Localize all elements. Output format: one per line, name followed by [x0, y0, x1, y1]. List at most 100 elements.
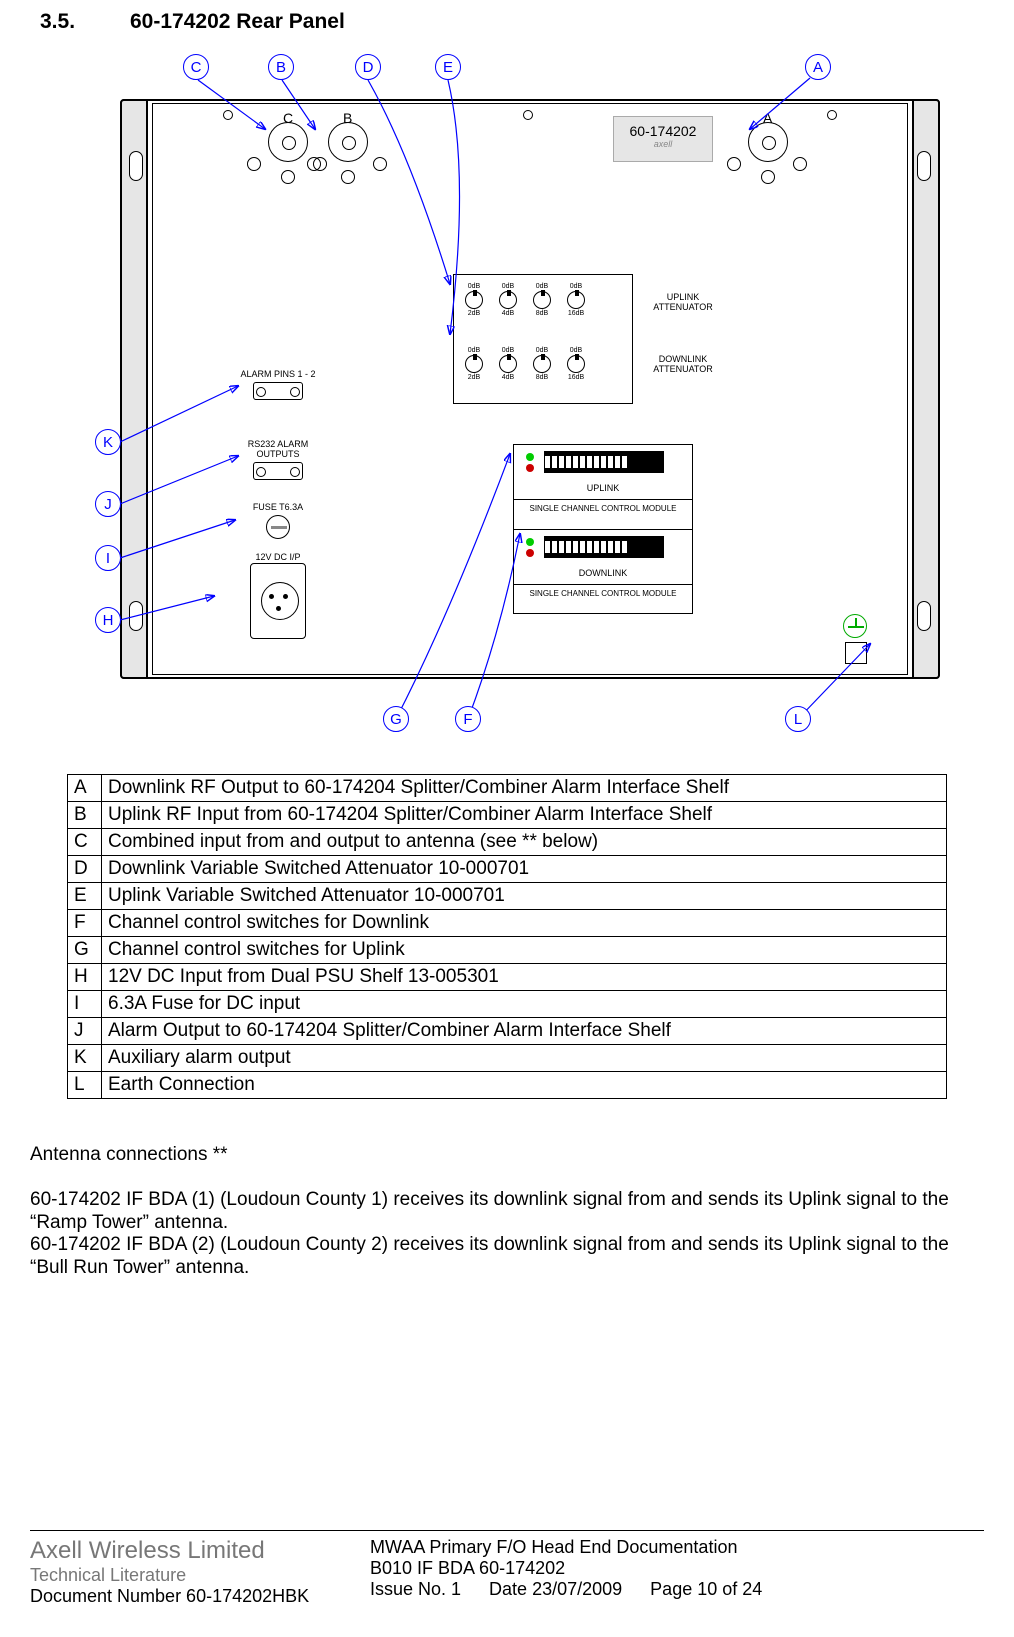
alarm-pins-label: ALARM PINS 1 - 2 [238, 369, 318, 379]
legend-desc: Downlink RF Output to 60-174204 Splitter… [102, 775, 947, 802]
earth-symbol-icon [843, 614, 867, 638]
uplink-attenuator-label: UPLINK ATTENUATOR [648, 292, 718, 312]
legend-desc: 12V DC Input from Dual PSU Shelf 13-0053… [102, 964, 947, 991]
legend-key: C [68, 829, 102, 856]
rear-panel-diagram: C B D E A G F L K J I H C [110, 54, 940, 744]
legend-desc: Combined input from and output to antenn… [102, 829, 947, 856]
table-row: ADownlink RF Output to 60-174204 Splitte… [68, 775, 947, 802]
rs232-connector-icon [253, 462, 303, 480]
callout-c: C [183, 54, 209, 80]
notes-heading: Antenna connections ** [30, 1144, 984, 1167]
downlink-attenuator-label: DOWNLINK ATTENUATOR [648, 354, 718, 374]
uplink-module-label: UPLINK [514, 483, 692, 493]
callout-l: L [785, 706, 811, 732]
alarm-pins-connector-icon [253, 382, 303, 400]
legend-desc: Earth Connection [102, 1072, 947, 1099]
brand-logo: axell [614, 139, 712, 149]
legend-desc: Downlink Variable Switched Attenuator 10… [102, 856, 947, 883]
attenuator-switch: 0dB16dB [564, 283, 588, 333]
rs232-label: RS232 ALARM OUTPUTS [238, 439, 318, 459]
table-row: DDownlink Variable Switched Attenuator 1… [68, 856, 947, 883]
callout-k: K [95, 429, 121, 455]
notes-section: Antenna connections ** 60-174202 IF BDA … [30, 1144, 984, 1280]
control-module-block: UPLINK SINGLE CHANNEL CONTROL MODULE DOW… [513, 444, 693, 614]
section-title: 60-174202 Rear Panel [130, 10, 345, 34]
footer-docnum: Document Number 60-174202HBK [30, 1586, 370, 1607]
legend-key: H [68, 964, 102, 991]
downlink-module-name: SINGLE CHANNEL CONTROL MODULE [514, 584, 692, 598]
table-row: H12V DC Input from Dual PSU Shelf 13-005… [68, 964, 947, 991]
table-row: CCombined input from and output to anten… [68, 829, 947, 856]
footer-date: Date 23/07/2009 [489, 1579, 622, 1600]
attenuator-switch: 0dB4dB [496, 347, 520, 397]
panel-inner: C B A 60-174202 axell 0dB2dB0dB4dB [152, 103, 908, 675]
legend-key: F [68, 910, 102, 937]
attenuator-switch: 0dB16dB [564, 347, 588, 397]
legend-key: B [68, 802, 102, 829]
attenuator-block: 0dB2dB0dB4dB0dB8dB0dB16dB 0dB2dB0dB4dB0d… [453, 274, 633, 404]
footer-page: Page 10 of 24 [650, 1579, 762, 1600]
alarm-pins-block: ALARM PINS 1 - 2 [238, 369, 318, 400]
callout-b: B [268, 54, 294, 80]
table-row: KAuxiliary alarm output [68, 1045, 947, 1072]
callout-f: F [455, 706, 481, 732]
rack-panel: C B A 60-174202 axell 0dB2dB0dB4dB [120, 99, 940, 679]
legend-key: E [68, 883, 102, 910]
rack-ear-right [912, 99, 940, 679]
legend-desc: Uplink RF Input from 60-174204 Splitter/… [102, 802, 947, 829]
legend-table: ADownlink RF Output to 60-174204 Splitte… [67, 774, 947, 1099]
table-row: I6.3A Fuse for DC input [68, 991, 947, 1018]
legend-key: K [68, 1045, 102, 1072]
rs232-block: RS232 ALARM OUTPUTS [238, 439, 318, 480]
table-row: LEarth Connection [68, 1072, 947, 1099]
legend-table-body: ADownlink RF Output to 60-174204 Splitte… [68, 775, 947, 1099]
callout-a: A [805, 54, 831, 80]
section-heading: 3.5. 60-174202 Rear Panel [40, 10, 984, 34]
model-label: 60-174202 axell [613, 116, 713, 162]
legend-desc: Channel control switches for Uplink [102, 937, 947, 964]
legend-desc: Channel control switches for Downlink [102, 910, 947, 937]
legend-key: J [68, 1018, 102, 1045]
table-row: BUplink RF Input from 60-174204 Splitter… [68, 802, 947, 829]
legend-desc: Auxiliary alarm output [102, 1045, 947, 1072]
attenuator-switch: 0dB4dB [496, 283, 520, 333]
legend-key: L [68, 1072, 102, 1099]
rack-ear-left [120, 99, 148, 679]
downlink-attenuator-row: 0dB2dB 0dB4dB 0dB8dB 0dB16dB [462, 347, 588, 397]
connector-a: A [733, 112, 803, 182]
attenuator-switch: 0dB8dB [530, 347, 554, 397]
uplink-control-module: UPLINK SINGLE CHANNEL CONTROL MODULE [514, 445, 692, 530]
footer-issue: Issue No. 1 [370, 1579, 461, 1600]
page-footer: Axell Wireless Limited Technical Literat… [30, 1530, 984, 1607]
attenuator-switch: 0dB8dB [530, 283, 554, 333]
legend-key: A [68, 775, 102, 802]
legend-desc: Uplink Variable Switched Attenuator 10-0… [102, 883, 947, 910]
callout-g: G [383, 706, 409, 732]
uplink-attenuator-row: 0dB2dB 0dB4dB 0dB8dB 0dB16dB [462, 283, 588, 333]
dc-input-block: 12V DC I/P [238, 552, 318, 639]
table-row: EUplink Variable Switched Attenuator 10-… [68, 883, 947, 910]
uplink-module-name: SINGLE CHANNEL CONTROL MODULE [514, 499, 692, 513]
fuse-block: FUSE T6.3A [238, 502, 318, 539]
legend-key: D [68, 856, 102, 883]
callout-e: E [435, 54, 461, 80]
footer-title2: B010 IF BDA 60-174202 [370, 1558, 984, 1579]
earth-terminal [845, 642, 867, 664]
callout-i: I [95, 545, 121, 571]
model-number: 60-174202 [614, 123, 712, 139]
connector-b: B [313, 112, 383, 182]
footer-dept: Technical Literature [30, 1565, 370, 1586]
notes-p1: 60-174202 IF BDA (1) (Loudoun County 1) … [30, 1189, 984, 1235]
attenuator-switch: 0dB2dB [462, 283, 486, 333]
legend-key: G [68, 937, 102, 964]
legend-desc: Alarm Output to 60-174204 Splitter/Combi… [102, 1018, 947, 1045]
footer-company: Axell Wireless Limited [30, 1537, 370, 1565]
downlink-dip-switches [544, 536, 664, 558]
uplink-dip-switches [544, 451, 664, 473]
callout-h: H [95, 607, 121, 633]
downlink-control-module: DOWNLINK SINGLE CHANNEL CONTROL MODULE [514, 530, 692, 615]
attenuator-switch: 0dB2dB [462, 347, 486, 397]
table-row: JAlarm Output to 60-174204 Splitter/Comb… [68, 1018, 947, 1045]
dc-input-label: 12V DC I/P [238, 552, 318, 562]
callout-d: D [355, 54, 381, 80]
